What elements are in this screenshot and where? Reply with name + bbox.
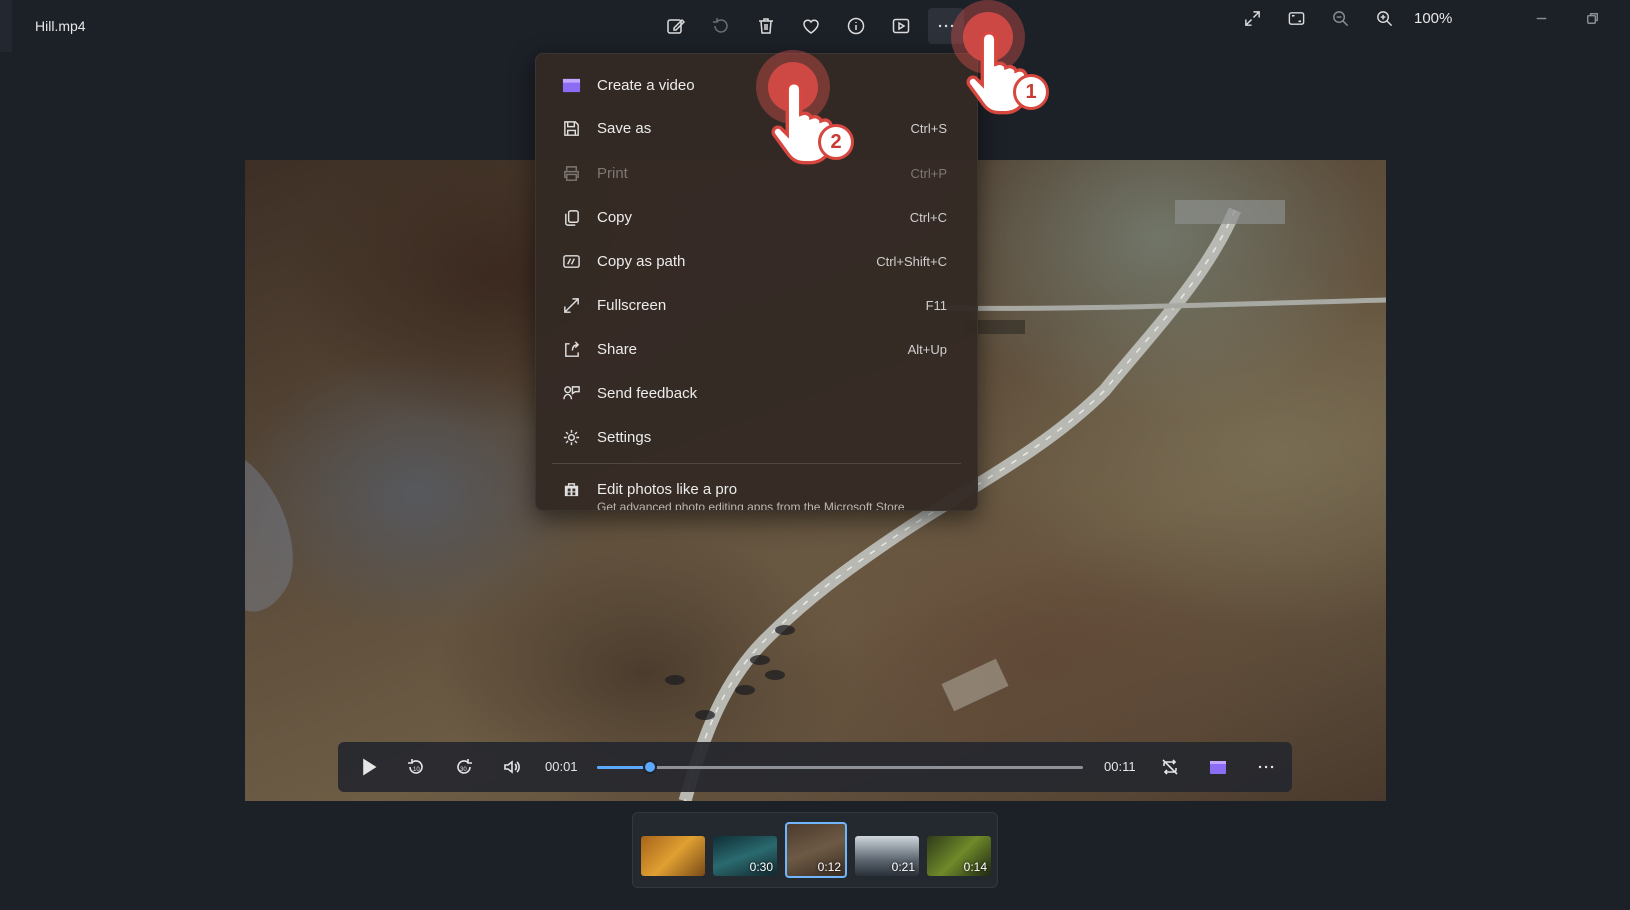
play-button[interactable] bbox=[346, 742, 390, 792]
favorite-heart-icon bbox=[803, 19, 819, 34]
rewind-10-button[interactable]: 10 bbox=[394, 742, 438, 792]
clapperboard-icon bbox=[562, 76, 581, 95]
more-options-menu: Create a video Save as Ctrl+S Print Ctrl… bbox=[535, 53, 978, 511]
fullscreen-icon bbox=[562, 296, 581, 315]
delete-icon bbox=[759, 18, 773, 34]
edit-image-button[interactable] bbox=[658, 8, 694, 44]
menu-item-fullscreen[interactable]: Fullscreen F11 bbox=[536, 284, 977, 328]
menu-item-copy[interactable]: Copy Ctrl+C bbox=[536, 196, 977, 240]
slideshow-icon bbox=[892, 18, 910, 34]
menu-item-label: Edit photos like a pro bbox=[597, 481, 738, 498]
menu-item-label: Save as bbox=[597, 120, 652, 137]
filmstrip: 0:30 0:12 0:21 0:14 bbox=[632, 812, 998, 888]
print-icon bbox=[562, 164, 581, 183]
menu-item-shortcut: Ctrl+Shift+C bbox=[876, 254, 947, 269]
menu-item-label: Send feedback bbox=[597, 385, 698, 402]
menu-item-label: Print bbox=[597, 165, 628, 182]
repeat-off-icon bbox=[1162, 759, 1178, 775]
seek-thumb[interactable] bbox=[643, 760, 658, 774]
save-icon bbox=[562, 119, 581, 138]
delete-button[interactable] bbox=[748, 8, 784, 44]
menu-item-copy-as-path[interactable]: Copy as path Ctrl+Shift+C bbox=[536, 240, 977, 284]
filmstrip-thumbnail[interactable]: 0:21 bbox=[855, 836, 919, 876]
favorite-button[interactable] bbox=[793, 8, 829, 44]
rotate-icon bbox=[713, 18, 728, 33]
menu-item-shortcut: Ctrl+P bbox=[910, 166, 947, 181]
step-badge: 1 bbox=[1013, 74, 1049, 110]
info-icon bbox=[847, 17, 865, 35]
repeat-off-button[interactable] bbox=[1148, 742, 1192, 792]
rewind-10-icon: 10 bbox=[408, 759, 423, 774]
window-edge bbox=[0, 0, 12, 52]
info-button[interactable] bbox=[838, 8, 874, 44]
video-controls: 10 30 00:01 00:11 bbox=[338, 742, 1292, 792]
thumbnail-duration: 0:30 bbox=[749, 860, 773, 874]
feedback-icon bbox=[562, 384, 581, 403]
menu-item-label: Settings bbox=[597, 429, 652, 446]
zoom-level[interactable]: 100% bbox=[1414, 10, 1452, 27]
seek-progress bbox=[597, 766, 651, 769]
create-video-button[interactable] bbox=[1196, 742, 1240, 792]
expand-icon bbox=[1244, 10, 1260, 26]
expand-button[interactable] bbox=[1234, 0, 1270, 36]
svg-text:10: 10 bbox=[413, 767, 420, 773]
promo-sublabel: Get advanced photo editing apps from the… bbox=[597, 500, 905, 511]
copy-path-icon bbox=[562, 252, 581, 271]
slideshow-button[interactable] bbox=[883, 8, 919, 44]
menu-item-shortcut: Alt+Up bbox=[907, 342, 947, 357]
fit-window-icon bbox=[1288, 11, 1304, 25]
window-title: Hill.mp4 bbox=[35, 18, 86, 34]
filmstrip-thumbnail[interactable] bbox=[641, 836, 705, 876]
zoom-out-button[interactable] bbox=[1322, 0, 1358, 36]
fit-to-window-button[interactable] bbox=[1278, 0, 1314, 36]
top-toolbar bbox=[658, 8, 964, 44]
thumbnail-duration: 0:21 bbox=[891, 860, 915, 874]
current-time: 00:01 bbox=[545, 759, 578, 774]
zoom-in-icon bbox=[1376, 10, 1392, 26]
menu-item-settings[interactable]: Settings bbox=[536, 416, 977, 460]
menu-item-label: Copy bbox=[597, 209, 633, 226]
total-time: 00:11 bbox=[1104, 759, 1136, 774]
menu-item-shortcut: Ctrl+C bbox=[909, 210, 947, 225]
share-icon bbox=[562, 340, 581, 359]
settings-gear-icon bbox=[562, 428, 581, 447]
minimize-button[interactable] bbox=[1523, 0, 1559, 36]
menu-item-label: Copy as path bbox=[597, 253, 686, 270]
restore-button[interactable] bbox=[1574, 0, 1610, 36]
step-badge: 2 bbox=[818, 124, 854, 160]
menu-separator bbox=[552, 463, 961, 464]
svg-text:30: 30 bbox=[460, 767, 467, 773]
filmstrip-thumbnail[interactable]: 0:30 bbox=[713, 836, 777, 876]
rotate-button[interactable] bbox=[703, 8, 739, 44]
menu-item-label: Fullscreen bbox=[597, 297, 667, 314]
filmstrip-thumbnail-selected[interactable]: 0:12 bbox=[785, 822, 847, 878]
play-icon bbox=[363, 758, 377, 776]
forward-30-button[interactable]: 30 bbox=[442, 742, 486, 792]
menu-item-save-as[interactable]: Save as Ctrl+S bbox=[536, 107, 977, 151]
clapperboard-icon bbox=[1210, 761, 1226, 774]
thumbnail-duration: 0:14 bbox=[963, 860, 987, 874]
menu-item-shortcut: F11 bbox=[925, 298, 947, 313]
volume-button[interactable] bbox=[490, 742, 534, 792]
edit-image-icon bbox=[667, 18, 686, 34]
store-icon bbox=[562, 480, 581, 499]
volume-icon bbox=[504, 760, 520, 774]
forward-30-icon: 30 bbox=[457, 759, 472, 774]
menu-item-share[interactable]: Share Alt+Up bbox=[536, 328, 977, 372]
menu-item-label: Create a video bbox=[597, 77, 695, 94]
copy-icon bbox=[562, 208, 581, 227]
zoom-in-button[interactable] bbox=[1366, 0, 1402, 36]
menu-item-print[interactable]: Print Ctrl+P bbox=[536, 152, 977, 196]
menu-item-send-feedback[interactable]: Send feedback bbox=[536, 372, 977, 416]
minimize-icon bbox=[1536, 17, 1546, 19]
filmstrip-thumbnail[interactable]: 0:14 bbox=[927, 836, 991, 876]
player-more-button[interactable] bbox=[1244, 742, 1288, 792]
menu-item-label: Share bbox=[597, 341, 638, 358]
restore-icon bbox=[1586, 12, 1598, 24]
zoom-out-icon bbox=[1332, 10, 1348, 26]
more-options-icon bbox=[1258, 765, 1274, 769]
thumbnail-duration: 0:12 bbox=[817, 860, 841, 874]
menu-item-shortcut: Ctrl+S bbox=[910, 121, 947, 136]
seek-bar[interactable] bbox=[597, 760, 1083, 774]
